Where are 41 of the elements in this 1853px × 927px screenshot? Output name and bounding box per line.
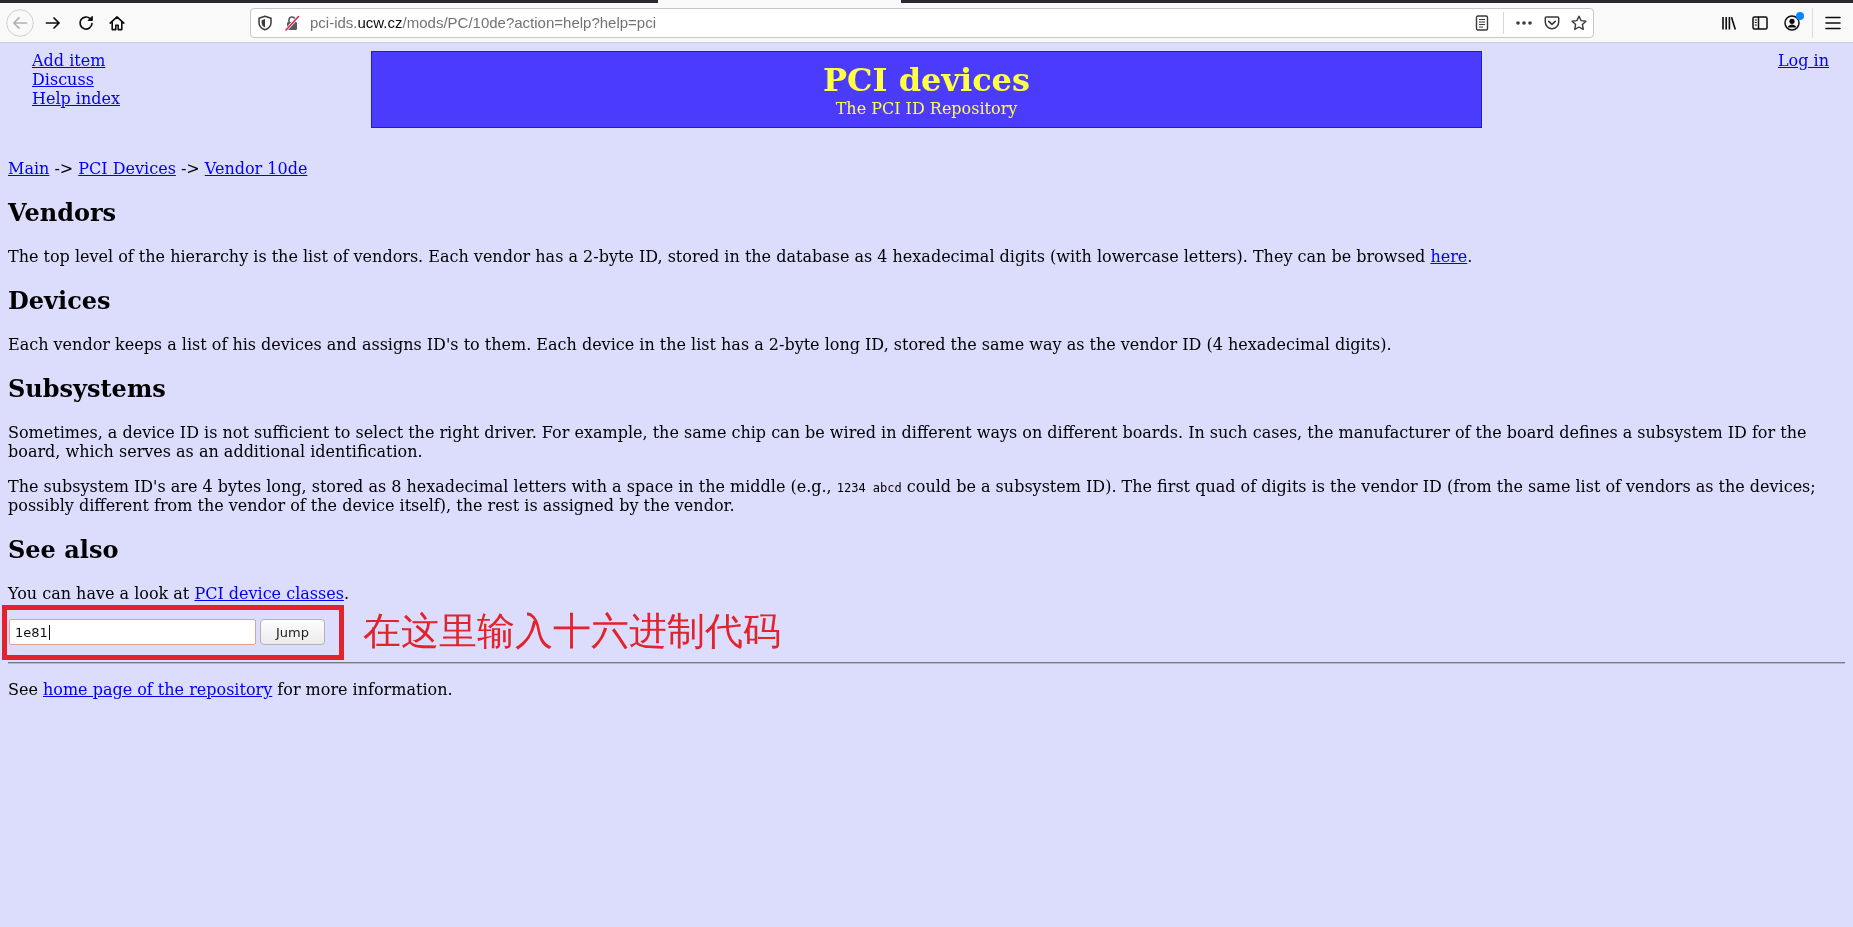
body-paragraph: The top level of the hierarchy is the list of vendors. Each vendor has a 2-byte ID, stored in the database as 4 hexadecimal digits (with lowercase letters). They can be browsed here. [8,247,1474,266]
breadcrumb-link[interactable]: Main [8,159,50,178]
nav-link[interactable]: Discuss [32,70,94,89]
search-field[interactable]: 1e81 [9,619,256,645]
site-title: PCI devices [823,62,1030,99]
books-icon[interactable] [1721,14,1737,31]
section-heading: Devices [8,286,112,315]
breadcrumb: Main -> PCI Devices -> Vendor 10de [8,159,309,178]
text-link[interactable]: PCI device classes [194,584,344,603]
user-icon[interactable] [1784,14,1800,31]
section-heading: Vendors [8,198,118,227]
sidebar-icon[interactable] [1752,14,1768,31]
body-paragraph: You can have a look at PCI device classes. [8,584,350,603]
menu-icon[interactable] [1825,15,1841,30]
login-link[interactable]: Log in [1778,51,1829,70]
more-icon[interactable] [1516,20,1532,25]
lock-slash-icon[interactable] [284,14,300,31]
body-paragraph: The subsystem ID's are 4 bytes long, stored as 8 hexadecimal letters with a space in the middle (e.g., 1234 abcd could be a subsystem ID). The first quad of digits is the vendor ID (from the same list of vendors as the devices; possibly different from the vendor of the device itself), the rest is assigned by the vendor. [8,477,1817,515]
jump-button[interactable]: Jump [260,619,325,645]
text-link[interactable]: home page of the repository [43,680,273,699]
home-icon[interactable] [109,14,125,31]
text-link[interactable]: here [1430,247,1468,266]
chevron-pouch-icon[interactable] [1544,14,1560,31]
document-icon[interactable] [1474,14,1490,31]
site-subtitle: The PCI ID Repository [835,99,1018,118]
body-paragraph: Sometimes, a device ID is not sufficient to select the right driver. For example, the same chip can be wired in different ways on different boards. In such cases, the manufacturer of the board defines a subsystem ID for the board, which serves as an additional identification. [8,423,1808,461]
url-text[interactable]: pci-ids.ucw.cz/mods/PC/10de?action=help?help=pci [310,14,657,31]
shield-icon[interactable] [257,14,273,31]
footer-text: See home page of the repository for more information. [8,680,454,699]
star-icon[interactable] [1571,14,1587,31]
body-paragraph: Each vendor keeps a list of his devices and assigns ID's to them. Each device in the list has a 2-byte long ID, stored the same way as the vendor ID (4 hexadecimal digits). [8,335,1393,354]
address-bar[interactable]: pci-ids.ucw.cz/mods/PC/10de?action=help?help=pci [250,7,1594,38]
reload-icon[interactable] [78,14,94,31]
forward-icon[interactable] [45,14,61,31]
section-heading: Subsystems [8,374,167,403]
nav-link[interactable]: Add item [32,51,106,70]
section-heading: See also [8,535,120,564]
nav-link[interactable]: Help index [32,89,121,108]
annotation-text: 在这里输入十六进制代码 [363,611,781,653]
breadcrumb-link[interactable]: PCI Devices [78,159,176,178]
breadcrumb-link[interactable]: Vendor 10de [204,159,308,178]
